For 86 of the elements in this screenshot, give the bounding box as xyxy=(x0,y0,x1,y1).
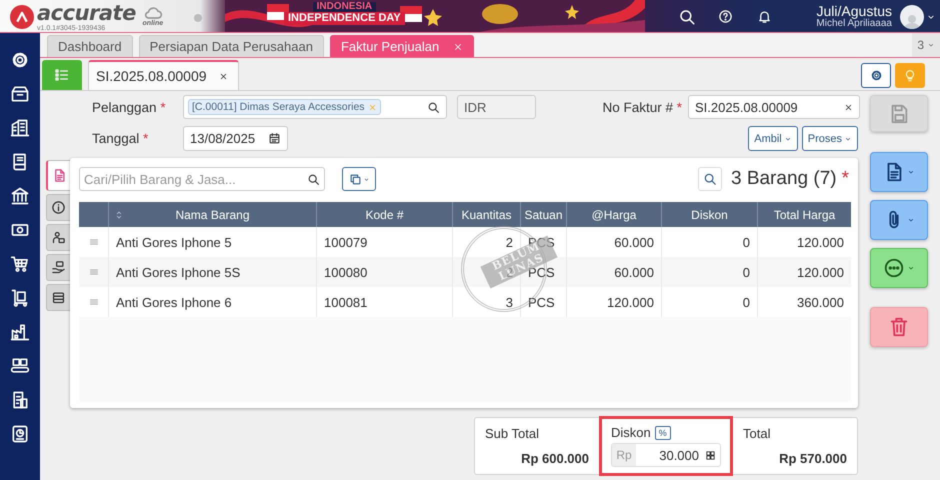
logo-text: accurate xyxy=(37,3,136,24)
remove-icon xyxy=(368,102,377,112)
settings-button[interactable] xyxy=(861,63,891,88)
info-icon xyxy=(51,200,66,215)
page-tab[interactable]: Dashboard xyxy=(47,35,133,57)
sort-icon xyxy=(114,210,124,220)
dropdown-button[interactable]: Ambil xyxy=(748,126,798,151)
total-value: Rp 570.000 xyxy=(779,451,847,466)
help-icon xyxy=(718,9,734,24)
table-cell: PCS xyxy=(520,287,566,317)
table-cell: 100081 xyxy=(316,287,452,317)
search-icon xyxy=(702,172,717,186)
search-button[interactable] xyxy=(678,8,696,26)
search-icon xyxy=(427,100,440,114)
date-field[interactable]: 13/08/2025 xyxy=(183,126,288,151)
search-icon xyxy=(307,172,320,186)
banner-title: INDONESIA xyxy=(312,2,376,12)
user-card-icon xyxy=(51,230,66,245)
settings-icon xyxy=(870,69,882,82)
copy-icon xyxy=(348,172,362,186)
hand-truck-icon xyxy=(10,288,30,308)
dropdown-button[interactable]: Proses xyxy=(802,126,858,151)
stack-icon xyxy=(51,290,66,305)
notifications-button[interactable] xyxy=(757,9,772,24)
factory-icon xyxy=(10,322,30,342)
banner-subtitle: INDEPENDENCE DAY xyxy=(284,12,405,25)
list-icon xyxy=(54,67,70,83)
required-mark: * xyxy=(842,168,849,190)
side-tab[interactable] xyxy=(46,160,70,191)
caret-icon xyxy=(907,168,915,176)
more-icon xyxy=(883,257,905,279)
bell-icon xyxy=(757,9,772,24)
report-icon xyxy=(10,424,30,444)
discount-label: Diskon xyxy=(611,425,651,440)
table-cell: Anti Gores Iphone 6 xyxy=(108,287,316,317)
total-label: Total xyxy=(743,426,772,441)
clear-icon xyxy=(844,102,853,112)
table-cell: 120.000 xyxy=(566,287,661,317)
calculator-icon xyxy=(705,450,716,460)
search-button[interactable] xyxy=(698,167,722,191)
page-tab[interactable]: Faktur Penjualan xyxy=(330,35,474,57)
caret-icon xyxy=(927,41,935,49)
table-cell: 0 xyxy=(661,287,757,317)
period-label: Juli/Agustus xyxy=(816,4,892,19)
customer-field[interactable]: [C.00011] Dimas Seraya Accessories xyxy=(183,95,447,119)
percent-toggle[interactable]: % xyxy=(654,426,671,440)
box-icon xyxy=(10,84,30,104)
field-label: Pelanggan * xyxy=(91,100,167,114)
logo-icon xyxy=(10,5,34,29)
cart-icon xyxy=(10,254,30,274)
hand-coin-icon xyxy=(51,260,66,275)
status-dot xyxy=(194,14,202,22)
trash-icon xyxy=(888,316,910,338)
copy-menu-button[interactable] xyxy=(342,167,376,191)
attachment-button[interactable] xyxy=(870,200,928,240)
discount-field[interactable]: Rp 30.000 xyxy=(611,443,721,467)
side-tab[interactable] xyxy=(46,194,70,221)
item-count: 3 Barang (7) xyxy=(730,168,837,190)
user-name: Michel Apriliaaaa xyxy=(816,18,892,30)
table-cell: 360.000 xyxy=(757,287,851,317)
document-menu-button[interactable] xyxy=(870,152,928,192)
page-tab[interactable]: Persiapan Data Perusahaan xyxy=(138,35,324,57)
side-tab[interactable] xyxy=(46,284,70,311)
lightbulb-icon xyxy=(903,68,917,82)
building-icon xyxy=(10,118,30,138)
side-tab[interactable] xyxy=(46,254,70,281)
customer-tag: [C.00011] Dimas Seraya Accessories xyxy=(188,99,381,115)
invoice-number-field[interactable]: SI.2025.08.00009 xyxy=(688,95,860,119)
subtotal-label: Sub Total xyxy=(485,426,540,441)
document-tab[interactable]: SI.2025.08.00009 xyxy=(88,60,239,90)
calendar-icon xyxy=(268,132,281,145)
field-label: No Faktur # * xyxy=(602,100,683,114)
settings-icon xyxy=(10,50,30,70)
tab-overflow-button[interactable]: 3 xyxy=(912,33,940,57)
bank-icon xyxy=(10,186,30,206)
side-tab[interactable] xyxy=(46,224,70,251)
help-button[interactable] xyxy=(718,9,734,24)
caret-icon xyxy=(362,176,370,182)
caret-icon xyxy=(907,264,915,272)
search-icon xyxy=(678,8,696,26)
field-label: Tanggal * xyxy=(91,131,150,146)
more-button[interactable] xyxy=(870,248,928,288)
delete-button[interactable] xyxy=(870,307,928,347)
subtotal-value: Rp 600.000 xyxy=(521,451,589,466)
avatar[interactable] xyxy=(900,4,924,28)
caret-icon xyxy=(907,216,915,224)
